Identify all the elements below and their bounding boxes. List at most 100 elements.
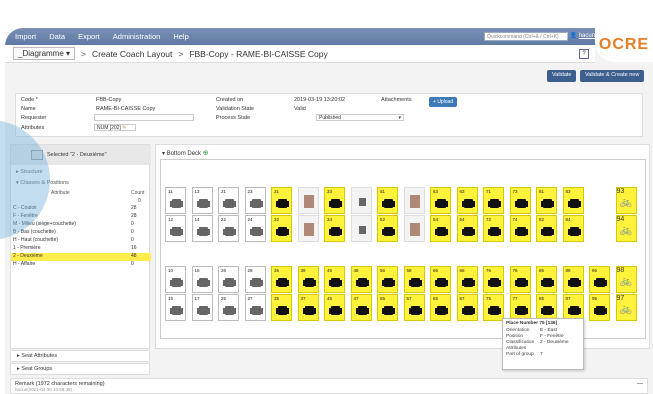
seat[interactable]: 38 (297, 266, 319, 293)
class-row[interactable]: B - Bas (couchette) 0 (11, 229, 151, 237)
seat[interactable]: 95 (589, 294, 610, 321)
add-icon[interactable]: ⊕ (203, 150, 209, 157)
collapse-icon[interactable]: — (637, 381, 643, 387)
table-object[interactable] (403, 187, 425, 214)
seat[interactable]: 86 (536, 266, 557, 293)
seat[interactable]: 15 (165, 294, 186, 321)
seat[interactable]: 34 (324, 215, 345, 242)
class-row[interactable]: 2 - Deuxième 48 (11, 253, 151, 261)
seat[interactable]: 96 (589, 266, 610, 293)
seat[interactable]: 78 (509, 266, 531, 293)
pencil-icon[interactable]: ✎ (122, 125, 126, 131)
validate-create-button[interactable]: Validate & Create new (580, 70, 645, 82)
seat[interactable]: 48 (350, 266, 372, 293)
help-icon[interactable]: ? (579, 49, 589, 59)
validate-button[interactable]: Validate (547, 70, 577, 82)
user-name[interactable]: hacun (579, 33, 595, 39)
seat[interactable]: 46 (324, 266, 345, 293)
bike-place[interactable]: 98 🚲 (615, 266, 637, 293)
bike-place[interactable]: 97 🚲 (615, 294, 637, 321)
seat[interactable]: 77 (509, 294, 531, 321)
seat[interactable]: 72 (483, 215, 504, 242)
seat-attributes-section[interactable]: ▸ Seat Attributes (10, 350, 150, 362)
seat[interactable]: 88 (562, 266, 584, 293)
seat[interactable]: 73 (509, 187, 531, 214)
table-object[interactable] (403, 215, 425, 242)
seat[interactable]: 83 (562, 187, 584, 214)
seat[interactable]: 82 (536, 215, 557, 242)
seat[interactable]: 26 (218, 266, 239, 293)
class-row[interactable]: H - Haut (couchette) 0 (11, 237, 151, 245)
seat[interactable]: 53 (430, 187, 451, 214)
seat[interactable]: 23 (244, 187, 266, 214)
seat[interactable]: 22 (218, 215, 239, 242)
process-state-select[interactable]: Published ▾ (316, 114, 404, 121)
bike-place[interactable]: 93 🚲 (615, 187, 637, 214)
col-count-header[interactable]: Count (131, 190, 144, 196)
seat[interactable]: 87 (562, 294, 584, 321)
table-object[interactable] (297, 215, 319, 242)
luggage-object[interactable] (350, 187, 372, 214)
breadcrumb-create-coach-layout[interactable]: Create Coach Layout (92, 49, 172, 59)
seat[interactable]: 81 (536, 187, 557, 214)
seat[interactable]: 55 (377, 294, 398, 321)
seat[interactable]: 28 (244, 266, 266, 293)
menu-help[interactable]: Help (173, 32, 188, 41)
seat[interactable]: 36 (271, 266, 292, 293)
pin-icon[interactable]: ➤ (560, 33, 565, 39)
diagram-select[interactable]: _Diagramme ▾ (13, 47, 76, 60)
seat[interactable]: 33 (324, 187, 345, 214)
seat[interactable]: 67 (456, 294, 478, 321)
seat[interactable]: 57 (403, 294, 425, 321)
seat[interactable]: 47 (350, 294, 372, 321)
menu-administration[interactable]: Administration (113, 32, 161, 41)
seat[interactable]: 35 (271, 294, 292, 321)
seat[interactable]: 13 (191, 187, 213, 214)
menu-data[interactable]: Data (49, 32, 65, 41)
col-attribute-header[interactable]: Attribute (51, 190, 70, 196)
seat[interactable]: 56 (377, 266, 398, 293)
code-value[interactable]: FBB-Copy (96, 97, 121, 103)
quick-command-input[interactable]: Quickcommand (Ctrl+& / Ctrl+K) (484, 32, 568, 41)
seat[interactable]: 51 (377, 187, 398, 214)
seat[interactable]: 76 (483, 266, 504, 293)
seat[interactable]: 63 (456, 187, 478, 214)
seat[interactable]: 17 (191, 294, 213, 321)
seat-groups-section[interactable]: ▸ Seat Groups (10, 363, 150, 375)
seat[interactable]: 66 (430, 266, 451, 293)
seat[interactable]: 54 (430, 215, 451, 242)
seat[interactable]: 68 (456, 266, 478, 293)
seat[interactable]: 85 (536, 294, 557, 321)
seat[interactable]: 45 (324, 294, 345, 321)
upload-button[interactable]: + Upload (429, 97, 458, 107)
seat[interactable]: 75 (483, 294, 504, 321)
seat[interactable]: 24 (244, 215, 266, 242)
requester-input[interactable] (94, 114, 194, 121)
seat[interactable]: 14 (191, 215, 213, 242)
seat[interactable]: 71 (483, 187, 504, 214)
class-row[interactable]: H - Affaire 0 (11, 261, 151, 269)
class-row[interactable]: 1 - Première 16 (11, 245, 151, 253)
seat[interactable]: 64 (456, 215, 478, 242)
seat[interactable]: 74 (509, 215, 531, 242)
seat[interactable]: 10 (165, 266, 186, 293)
luggage-object[interactable] (350, 215, 372, 242)
menu-import[interactable]: Import (15, 32, 36, 41)
seat[interactable]: 12 (165, 215, 186, 242)
table-object[interactable] (297, 187, 319, 214)
seat[interactable]: 27 (244, 294, 266, 321)
seat[interactable]: 58 (403, 266, 425, 293)
deck-title[interactable]: ▾ Bottom Deck ⊕ (162, 149, 209, 157)
seat[interactable]: 37 (297, 294, 319, 321)
seat[interactable]: 18 (191, 266, 213, 293)
seat[interactable]: 25 (218, 294, 239, 321)
seat[interactable]: 31 (271, 187, 292, 214)
seat[interactable]: 21 (218, 187, 239, 214)
attributes-input[interactable]: NUM [202] ✎ (94, 124, 136, 131)
seat[interactable]: 32 (271, 215, 292, 242)
seat[interactable]: 65 (430, 294, 451, 321)
seat[interactable]: 84 (562, 215, 584, 242)
seat[interactable]: 52 (377, 215, 398, 242)
seat[interactable]: 11 (165, 187, 186, 214)
name-value[interactable]: RAME-BI-CAISSE Copy (96, 106, 155, 112)
